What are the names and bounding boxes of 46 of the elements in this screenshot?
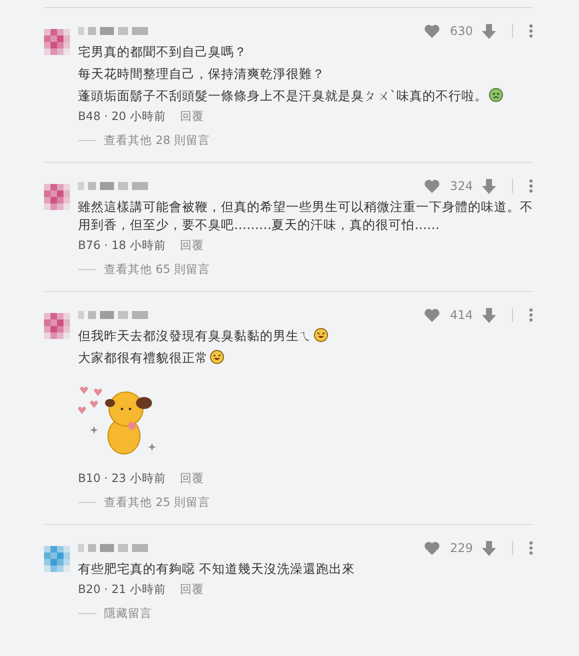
comment-text: 有些肥宅真的有夠噁 不知道幾天沒洗澡還跑出來	[78, 560, 356, 578]
reply-link[interactable]: 回覆	[180, 109, 204, 124]
sick-face-icon	[489, 88, 504, 102]
heart-icon[interactable]	[424, 541, 440, 555]
comment-text: 每天花時間整理自己，保持清爽乾淨很難？	[78, 65, 326, 83]
comment-meta: B48 · 20 小時前	[78, 109, 166, 124]
replies-link[interactable]: 隱藏留言	[104, 606, 152, 621]
heart-icon[interactable]	[424, 179, 440, 193]
avatar	[44, 29, 70, 55]
avatar	[44, 546, 70, 572]
more-icon[interactable]	[529, 308, 533, 322]
avatar	[44, 184, 70, 210]
replies-link[interactable]: 查看其他 65 則留言	[104, 262, 210, 277]
laughing-face-icon	[210, 350, 224, 364]
blurred-username	[78, 310, 148, 320]
replies-link[interactable]: 查看其他 28 則留言	[104, 133, 210, 148]
down-arrow-icon[interactable]	[482, 24, 496, 38]
heart-icon[interactable]	[424, 24, 440, 38]
down-arrow-icon[interactable]	[482, 178, 496, 194]
like-count: 630	[450, 24, 472, 38]
like-count: 229	[450, 541, 472, 555]
blurred-username	[78, 181, 148, 191]
down-arrow-icon[interactable]	[482, 308, 496, 322]
reply-link[interactable]: 回覆	[180, 238, 204, 253]
comment-text: 宅男真的都聞不到自己臭嗎？	[78, 43, 248, 61]
like-count: 414	[450, 308, 472, 322]
comment-text: 大家都很有禮貌很正常	[78, 349, 533, 367]
like-count: 324	[450, 179, 472, 193]
reply-link[interactable]: 回覆	[180, 471, 204, 486]
avatar	[44, 313, 70, 339]
blurred-username	[78, 26, 148, 36]
blurred-username	[78, 543, 148, 553]
more-icon[interactable]	[529, 179, 533, 193]
more-icon[interactable]	[529, 541, 533, 555]
comment-text: 雖然這樣講可能會被鞭，但真的希望一些男生可以稍微注重一下身體的味道。不用到香，但至少，要不臭吧………夏天的汗味，真的很可怕……	[78, 198, 533, 234]
comment-text: 但我昨天去都沒發現有臭臭黏黏的男生ㄟ	[78, 327, 533, 345]
down-arrow-icon[interactable]	[482, 540, 496, 556]
comment-meta: B10 · 23 小時前	[78, 471, 166, 486]
laughing-face-icon	[314, 328, 328, 342]
heart-icon[interactable]	[424, 308, 440, 322]
replies-link[interactable]: 查看其他 25 則留言	[104, 495, 210, 510]
comment-meta: B20 · 21 小時前	[78, 582, 166, 597]
comment-meta: B76 · 18 小時前	[78, 238, 166, 253]
reply-link[interactable]: 回覆	[180, 582, 204, 597]
more-icon[interactable]	[529, 24, 533, 38]
comment-text: 蓬頭垢面鬍子不刮頭髮一條條身上不是汗臭就是臭ㄆㄨ`味真的不行啦。	[78, 87, 533, 105]
